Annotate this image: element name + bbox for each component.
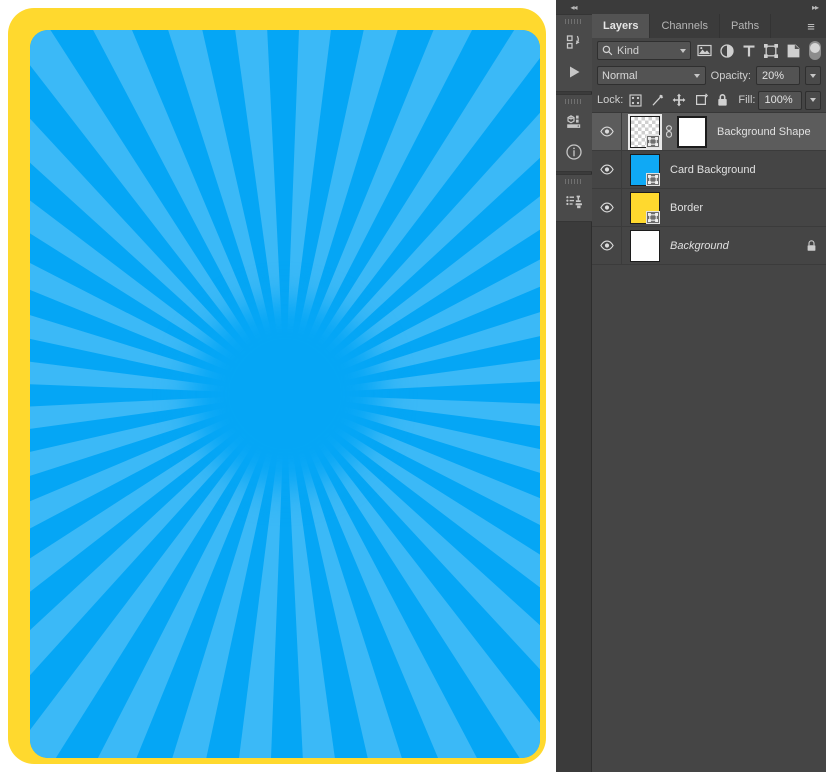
lock-artboard-nesting-icon[interactable] — [692, 91, 711, 110]
opacity-stepper[interactable] — [805, 66, 821, 85]
opacity-input[interactable]: 20% — [756, 66, 800, 85]
info-panel-icon[interactable] — [559, 137, 589, 167]
layers-list[interactable]: Background Shape Card Background Border Bac… — [592, 112, 826, 772]
layer-thumbnail[interactable] — [630, 192, 660, 224]
tab-paths[interactable]: Paths — [720, 14, 771, 38]
lock-transparent-pixels-icon[interactable] — [626, 91, 645, 110]
panel-collapse-button[interactable]: ▸▸ — [592, 0, 826, 14]
layer-name[interactable]: Background Shape — [717, 126, 818, 138]
layer-thumbnails — [622, 230, 660, 262]
layer-visibility-toggle[interactable] — [592, 189, 622, 227]
card-yellow-border — [8, 8, 546, 764]
clone-source-panel-icon[interactable] — [559, 187, 589, 217]
layer-thumbnails — [622, 192, 660, 224]
blend-mode-dropdown[interactable]: Normal — [597, 66, 706, 85]
vector-mask-badge-icon — [646, 173, 660, 186]
panel-menu-icon[interactable]: ≡ — [802, 14, 820, 38]
3d-panel-icon[interactable] — [559, 107, 589, 137]
card-blue-inner — [30, 30, 540, 758]
blend-mode-row: Normal Opacity: 20% — [592, 63, 826, 88]
right-panel-dock: ◂◂ — [556, 0, 826, 772]
layer-visibility-toggle[interactable] — [592, 113, 622, 151]
rail-grip[interactable] — [565, 178, 583, 185]
opacity-label: Opacity: — [711, 70, 751, 82]
lock-position-icon[interactable] — [670, 91, 689, 110]
layer-name[interactable]: Border — [670, 202, 818, 214]
lock-label: Lock: — [597, 94, 623, 106]
tab-layers[interactable]: Layers — [592, 14, 650, 38]
chevron-down-icon — [810, 98, 816, 102]
rail-group-3d-info — [556, 94, 592, 172]
fill-label: Fill: — [738, 94, 755, 106]
layer-visibility-toggle[interactable] — [592, 227, 622, 265]
filter-type-layers-icon[interactable] — [740, 41, 758, 60]
search-icon — [602, 45, 613, 56]
layer-thumbnails — [622, 154, 660, 186]
vector-mask-badge-icon — [646, 135, 660, 148]
collapsed-panel-rail: ◂◂ — [556, 0, 592, 772]
document-canvas[interactable] — [0, 0, 556, 772]
chevron-down-icon — [810, 74, 816, 78]
filter-shape-layers-icon[interactable] — [762, 41, 780, 60]
layer-thumbnail[interactable] — [630, 116, 660, 148]
filter-kind-label: Kind — [617, 45, 639, 57]
rail-grip[interactable] — [565, 98, 583, 105]
layer-thumbnail-fill — [631, 231, 659, 261]
layer-filter-row: Kind — [592, 38, 826, 63]
layers-panel: ▸▸ Layers Channels Paths ≡ Kind — [592, 0, 826, 772]
filter-enable-toggle[interactable] — [809, 41, 821, 60]
filter-pixel-layers-icon[interactable] — [695, 41, 713, 60]
filter-kind-dropdown[interactable]: Kind — [597, 41, 691, 60]
rail-collapse-button[interactable]: ◂◂ — [556, 0, 592, 14]
layer-thumbnails — [622, 116, 707, 148]
layer-row[interactable]: Background — [592, 227, 826, 265]
layer-row[interactable]: Card Background — [592, 151, 826, 189]
layer-locked-icon — [804, 240, 818, 252]
actions-panel-icon[interactable] — [559, 27, 589, 57]
layer-thumbnail[interactable] — [630, 154, 660, 186]
chevron-down-icon — [680, 49, 686, 53]
photoshop-window: ◂◂ — [0, 0, 826, 772]
rail-group-clone-source — [556, 174, 592, 222]
fill-input[interactable]: 100% — [758, 91, 802, 110]
layer-name[interactable]: Card Background — [670, 164, 818, 176]
chevron-down-icon — [694, 74, 700, 78]
mask-link-icon[interactable] — [664, 125, 673, 138]
filter-smart-object-layers-icon[interactable] — [784, 41, 802, 60]
play-button-icon[interactable] — [559, 57, 589, 87]
lock-all-icon[interactable] — [714, 91, 733, 110]
layer-row[interactable]: Border — [592, 189, 826, 227]
rail-grip[interactable] — [565, 18, 583, 25]
starburst-center-glow — [190, 299, 380, 489]
panel-tab-bar: Layers Channels Paths ≡ — [592, 14, 826, 38]
vector-mask-badge-icon — [646, 211, 660, 224]
blend-mode-value: Normal — [602, 70, 637, 82]
layer-visibility-toggle[interactable] — [592, 151, 622, 189]
layer-name[interactable]: Background — [670, 240, 804, 252]
layer-row[interactable]: Background Shape — [592, 113, 826, 151]
lock-controls-row: Lock: — [592, 88, 826, 112]
layer-mask-thumbnail[interactable] — [677, 116, 707, 148]
lock-image-pixels-icon[interactable] — [648, 91, 667, 110]
rail-group-actions — [556, 14, 592, 92]
fill-stepper[interactable] — [805, 91, 821, 110]
filter-adjustment-layers-icon[interactable] — [718, 41, 736, 60]
layer-thumbnail[interactable] — [630, 230, 660, 262]
tab-channels[interactable]: Channels — [650, 14, 719, 38]
